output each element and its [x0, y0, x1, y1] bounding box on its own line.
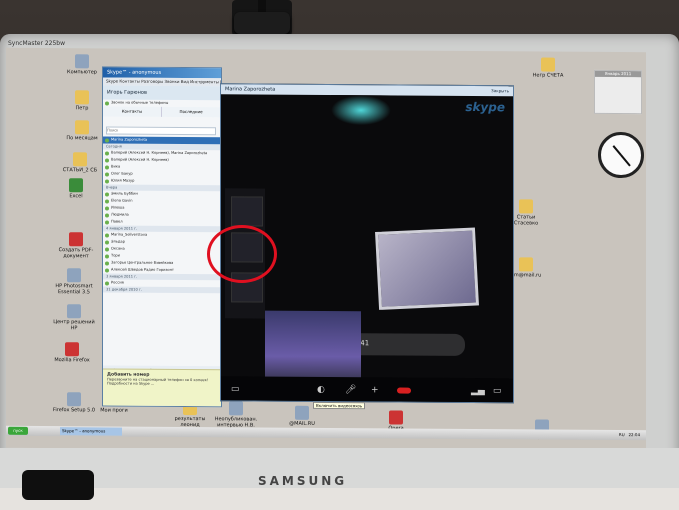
clock-gadget[interactable]	[598, 131, 644, 179]
list-item[interactable]: Россия	[103, 279, 221, 287]
folder-icon	[519, 199, 533, 214]
desktop-icon-statyi[interactable]: СТАТЬИ_2 СБ	[58, 152, 102, 173]
tab-contacts[interactable]: Контакты	[103, 106, 162, 117]
desktop-icon-petr[interactable]: Петр	[60, 90, 104, 111]
taskbar-skype-button[interactable]: Skype™ - anonymous	[60, 427, 122, 436]
desktop-icon-create-pdf[interactable]: Создать PDF-документ	[54, 232, 98, 259]
call-contact-name: Marina Zaporozheta	[225, 86, 276, 93]
desktop-icon-computer[interactable]: Компьютер	[60, 54, 104, 75]
group-header: 31 декабря 2010 г.	[103, 285, 221, 293]
system-tray: RU 22:04	[619, 430, 640, 440]
red-annotation-circle	[207, 225, 277, 283]
fullscreen-icon[interactable]: ▭	[231, 384, 240, 394]
firefox-icon	[65, 342, 79, 357]
call-phones-link[interactable]: Звонок на обычные телефоны	[103, 99, 221, 107]
desktop-icon-label: Негр СЧЕТА	[532, 72, 564, 79]
skype-main-window: Skype™ - anonymous Skype Контакты Разгов…	[102, 66, 225, 408]
calendar-header: Январь 2011	[595, 70, 641, 78]
list-item[interactable]: Алексей Шведов Радио Горизонт	[103, 266, 221, 274]
tab-recent[interactable]: Последние	[162, 106, 221, 118]
folder-icon	[75, 90, 89, 105]
installer-icon	[67, 392, 81, 407]
pdf-icon	[69, 232, 83, 247]
desktop-icon-hp-photosmart[interactable]: HP Photosmart Essential 3.5	[52, 268, 96, 295]
webcam-clip	[258, 0, 266, 12]
skype-user-name[interactable]: Игорь Гарюнов	[103, 85, 221, 101]
desktop-icon-po-mesyacam[interactable]: По месяцам	[60, 120, 104, 141]
skype-tabs: Контакты Последние	[103, 106, 221, 118]
desktop-icon-label: Компьютер	[67, 69, 97, 76]
desktop-icon-label: СТАТЬИ_2 СБ	[62, 167, 98, 174]
desktop-icon-label: Центр решений HP	[53, 319, 95, 332]
skype-promo-panel: Добавить номер Перезвоните на стационарн…	[103, 368, 221, 407]
folder-icon	[541, 57, 555, 72]
participant-thumbnail[interactable]	[231, 196, 263, 227]
desktop-icon-label: Мои проги	[100, 407, 128, 414]
mail-icon	[295, 405, 309, 420]
desktop-icon-excel[interactable]: Excel	[54, 178, 98, 199]
desktop-icon-label: HP Photosmart Essential 3.5	[55, 283, 93, 296]
folder-icon	[519, 257, 533, 272]
list-item[interactable]: Павел	[103, 218, 221, 226]
add-participant-icon[interactable]: +	[371, 385, 379, 395]
desktop-icon-label: Статьи Стасевко	[513, 214, 539, 227]
excel-icon	[69, 178, 83, 193]
desktop-screen: Компьютер Петр По месяцам СТАТЬИ_2 СБ Ex…	[6, 47, 646, 453]
close-call-button[interactable]: Закрыть	[491, 86, 509, 96]
clock-minute-hand	[620, 154, 631, 167]
video-toggle-icon[interactable]: ◐	[317, 385, 325, 395]
desktop-icon-label: Создать PDF-документ	[58, 247, 94, 260]
list-item[interactable]: Юлия Мазур	[103, 177, 221, 185]
document-icon	[229, 401, 243, 416]
hangup-button[interactable]	[397, 387, 411, 394]
desktop-icon-label: @MAIL.RU	[289, 420, 315, 427]
hp-icon	[67, 304, 81, 319]
desk-surface	[0, 488, 679, 510]
mobile-phone	[22, 470, 94, 500]
promo-text: Перезвоните на стационарный телефон за 0…	[107, 377, 209, 386]
opera-icon	[389, 410, 403, 425]
search-input[interactable]	[106, 125, 216, 135]
skype-logo: skype	[465, 99, 505, 115]
minimize-icon[interactable]: ▭	[493, 386, 502, 396]
desktop-icon-label: По месяцам	[66, 135, 98, 142]
hp-icon	[67, 268, 81, 283]
contact-selected[interactable]: Marina Zaporozheta	[103, 135, 221, 144]
desktop-icon-label: Excel	[69, 193, 83, 200]
video-tooltip: Включить видеосвязь	[313, 401, 366, 410]
desktop-icon-label: Mozilla Firefox	[54, 357, 90, 364]
microphone-icon[interactable]: 🎤︎	[345, 385, 356, 395]
desktop-icon-negr-scheta[interactable]: Негр СЧЕТА	[526, 57, 570, 79]
folder-icon	[73, 152, 87, 167]
webcam-device	[232, 0, 292, 36]
desktop-icon-label: Петр	[75, 105, 89, 112]
desktop-icon-firefox[interactable]: Mozilla Firefox	[50, 342, 94, 363]
desktop-icon-firefox-setup[interactable]: Firefox Setup 5.0	[52, 392, 96, 413]
tray-language[interactable]: RU	[619, 432, 625, 437]
remote-video	[375, 227, 479, 310]
desktop-icon-label: Firefox Setup 5.0	[52, 407, 96, 414]
tray-clock[interactable]: 22:04	[628, 432, 640, 437]
desktop-icon-hp-center[interactable]: Центр решений HP	[52, 304, 96, 331]
computer-icon	[75, 54, 89, 69]
start-button[interactable]: пуск	[8, 426, 28, 435]
call-controls: ▭ ◐ 🎤︎ + ▂▄ ▭ Включить видеосвязь	[221, 376, 513, 410]
monitor-model-label: SyncMaster 225bw	[8, 40, 66, 47]
video-highlight	[331, 95, 391, 126]
monitor-brand: SAMSUNG	[258, 474, 348, 488]
desktop-icon-label: um@mail.ru	[510, 272, 542, 279]
calendar-gadget[interactable]: Январь 2011	[594, 69, 642, 115]
signal-icon: ▂▄	[471, 386, 485, 397]
folder-icon	[75, 120, 89, 135]
webcam-body	[234, 12, 290, 34]
